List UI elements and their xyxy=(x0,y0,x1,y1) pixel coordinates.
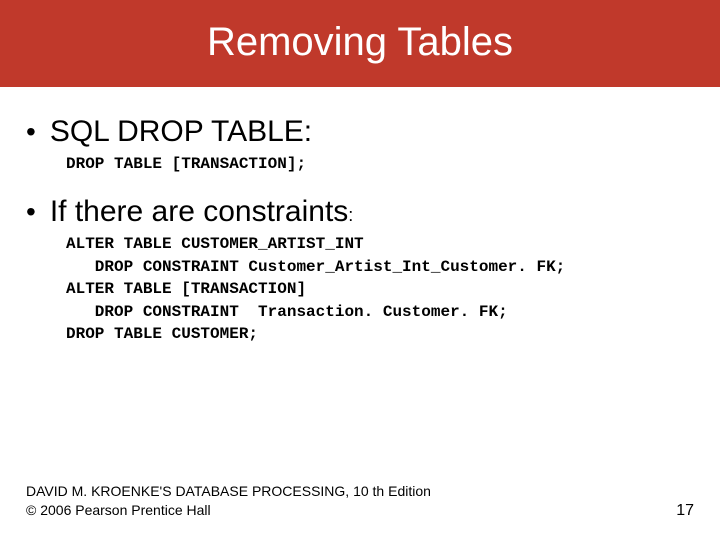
bullet-item: • SQL DROP TABLE: xyxy=(26,115,694,149)
slide-footer: DAVID M. KROENKE'S DATABASE PROCESSING, … xyxy=(26,482,694,520)
title-banner: Removing Tables xyxy=(0,0,720,87)
slide-content: • SQL DROP TABLE: DROP TABLE [TRANSACTIO… xyxy=(0,87,720,345)
footer-line2: © 2006 Pearson Prentice Hall xyxy=(26,501,431,520)
footer-line1: DAVID M. KROENKE'S DATABASE PROCESSING, … xyxy=(26,482,431,501)
bullet-text: SQL DROP TABLE: xyxy=(50,115,312,149)
code-block: DROP TABLE [TRANSACTION]; xyxy=(66,153,694,175)
footer-credits: DAVID M. KROENKE'S DATABASE PROCESSING, … xyxy=(26,482,431,520)
slide-title: Removing Tables xyxy=(0,20,720,65)
bullet-text-colon: : xyxy=(348,205,353,225)
code-block: ALTER TABLE CUSTOMER_ARTIST_INT DROP CON… xyxy=(66,233,694,345)
bullet-item: • If there are constraints: xyxy=(26,195,694,229)
bullet-text: If there are constraints: xyxy=(50,195,354,229)
bullet-text-main: If there are constraints xyxy=(50,195,348,228)
bullet-dot: • xyxy=(26,195,36,229)
bullet-dot: • xyxy=(26,115,36,149)
page-number: 17 xyxy=(676,502,694,520)
slide: Removing Tables • SQL DROP TABLE: DROP T… xyxy=(0,0,720,540)
